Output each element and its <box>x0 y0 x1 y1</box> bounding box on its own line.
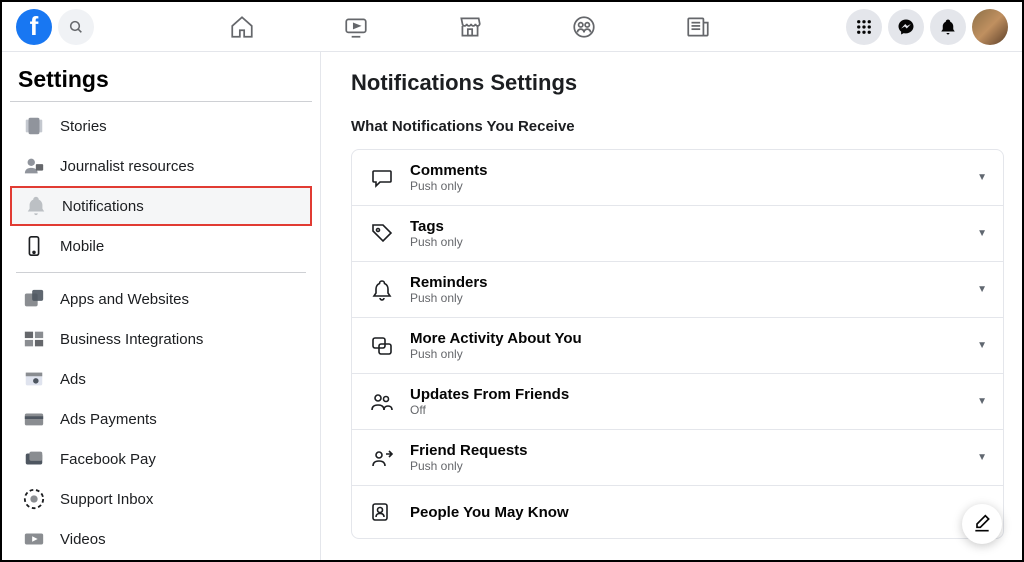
stories-icon <box>20 112 48 140</box>
setting-row-friend-requests[interactable]: Friend RequestsPush only ▼ <box>352 430 1003 486</box>
notifications-icon <box>22 192 50 220</box>
chevron-down-icon: ▼ <box>977 228 987 239</box>
sidebar-item-label: Notifications <box>62 198 144 215</box>
notifications-button[interactable] <box>930 9 966 45</box>
chevron-down-icon: ▼ <box>977 284 987 295</box>
nav-news[interactable] <box>676 5 720 49</box>
menu-button[interactable] <box>846 9 882 45</box>
sidebar-item-ads-payments[interactable]: Ads Payments <box>10 399 312 439</box>
setting-title: Tags <box>410 218 977 235</box>
home-icon <box>229 14 255 40</box>
facebook-logo[interactable]: f <box>16 9 52 45</box>
sidebar-item-label: Ads Payments <box>60 411 157 428</box>
comments-icon <box>368 164 396 192</box>
sidebar: Settings Stories Journalist resources No… <box>2 52 320 560</box>
sidebar-item-business[interactable]: Business Integrations <box>10 319 312 359</box>
grid-icon <box>855 18 873 36</box>
sidebar-item-stories[interactable]: Stories <box>10 106 312 146</box>
apps-icon <box>20 285 48 313</box>
groups-icon <box>571 14 597 40</box>
setting-row-comments[interactable]: CommentsPush only ▼ <box>352 150 1003 206</box>
sidebar-item-notifications[interactable]: Notifications <box>10 186 312 226</box>
ads-payments-icon <box>20 405 48 433</box>
nav-groups[interactable] <box>562 5 606 49</box>
messenger-button[interactable] <box>888 9 924 45</box>
section-title: What Notifications You Receive <box>351 118 1022 135</box>
sidebar-item-label: Apps and Websites <box>60 291 189 308</box>
sidebar-title: Settings <box>10 66 312 102</box>
ads-icon <box>20 365 48 393</box>
chevron-down-icon: ▼ <box>977 340 987 351</box>
setting-title: Friend Requests <box>410 442 977 459</box>
sidebar-item-facebook-pay[interactable]: Facebook Pay <box>10 439 312 479</box>
setting-title: Updates From Friends <box>410 386 977 403</box>
chevron-down-icon: ▼ <box>977 452 987 463</box>
reminders-icon <box>368 276 396 304</box>
nav-marketplace[interactable] <box>448 5 492 49</box>
notification-settings-list: CommentsPush only ▼ TagsPush only ▼ Remi… <box>351 149 1004 539</box>
sidebar-item-support-inbox[interactable]: Support Inbox <box>10 479 312 519</box>
compose-icon <box>972 514 992 534</box>
chevron-down-icon: ▼ <box>977 396 987 407</box>
messenger-icon <box>897 18 915 36</box>
bell-icon <box>939 18 957 36</box>
sidebar-item-mobile[interactable]: Mobile <box>10 226 312 266</box>
setting-row-reminders[interactable]: RemindersPush only ▼ <box>352 262 1003 318</box>
sidebar-item-label: Support Inbox <box>60 491 153 508</box>
sidebar-item-label: Ads <box>60 371 86 388</box>
videos-icon <box>20 525 48 553</box>
chevron-down-icon: ▼ <box>977 172 987 183</box>
setting-title: People You May Know <box>410 504 977 521</box>
setting-title: Reminders <box>410 274 977 291</box>
setting-sub: Push only <box>410 459 977 473</box>
support-inbox-icon <box>20 485 48 513</box>
profile-avatar[interactable] <box>972 9 1008 45</box>
setting-sub: Off <box>410 403 977 417</box>
page-title: Notifications Settings <box>351 70 1022 96</box>
sidebar-item-label: Mobile <box>60 238 104 255</box>
sidebar-item-label: Videos <box>60 531 106 548</box>
sidebar-item-journalist[interactable]: Journalist resources <box>10 146 312 186</box>
setting-row-tags[interactable]: TagsPush only ▼ <box>352 206 1003 262</box>
friend-requests-icon <box>368 444 396 472</box>
setting-row-people-you-may-know[interactable]: People You May Know ▼ <box>352 486 1003 538</box>
setting-title: More Activity About You <box>410 330 977 347</box>
people-icon <box>368 498 396 526</box>
setting-sub: Push only <box>410 179 977 193</box>
sidebar-item-label: Facebook Pay <box>60 451 156 468</box>
setting-sub: Push only <box>410 235 977 249</box>
search-button[interactable] <box>58 9 94 45</box>
sidebar-item-label: Journalist resources <box>60 158 194 175</box>
main-content: Notifications Settings What Notification… <box>320 52 1022 560</box>
setting-row-updates-friends[interactable]: Updates From FriendsOff ▼ <box>352 374 1003 430</box>
business-icon <box>20 325 48 353</box>
activity-icon <box>368 332 396 360</box>
watch-icon <box>343 14 369 40</box>
journalist-icon <box>20 152 48 180</box>
setting-sub: Push only <box>410 291 977 305</box>
news-icon <box>685 14 711 40</box>
tags-icon <box>368 220 396 248</box>
setting-sub: Push only <box>410 347 977 361</box>
sidebar-item-ads[interactable]: Ads <box>10 359 312 399</box>
nav-home[interactable] <box>220 5 264 49</box>
sidebar-item-apps[interactable]: Apps and Websites <box>10 279 312 319</box>
sidebar-item-videos[interactable]: Videos <box>10 519 312 559</box>
mobile-icon <box>20 232 48 260</box>
sidebar-item-label: Business Integrations <box>60 331 203 348</box>
facebook-pay-icon <box>20 445 48 473</box>
setting-row-more-activity[interactable]: More Activity About YouPush only ▼ <box>352 318 1003 374</box>
setting-title: Comments <box>410 162 977 179</box>
compose-button[interactable] <box>962 504 1002 544</box>
search-icon <box>68 19 84 35</box>
marketplace-icon <box>457 14 483 40</box>
sidebar-divider <box>16 272 306 273</box>
sidebar-item-label: Stories <box>60 118 107 135</box>
friends-icon <box>368 388 396 416</box>
nav-watch[interactable] <box>334 5 378 49</box>
